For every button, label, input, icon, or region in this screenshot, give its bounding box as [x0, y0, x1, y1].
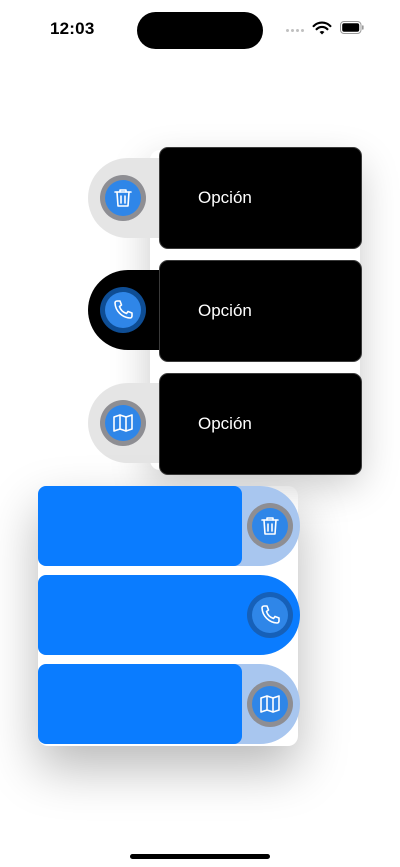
menu-option-label: Opción — [198, 301, 252, 320]
trash-icon-button[interactable] — [247, 503, 293, 549]
phone-icon-button[interactable] — [247, 592, 293, 638]
map-icon-button[interactable] — [247, 681, 293, 727]
battery-icon — [340, 21, 364, 34]
menu-option-card[interactable]: Opción — [159, 147, 362, 249]
map-icon-button[interactable] — [100, 400, 146, 446]
blue-option-card[interactable] — [38, 664, 242, 744]
trash-icon-button[interactable] — [100, 175, 146, 221]
menu-option-card[interactable]: Opción — [159, 373, 362, 475]
cellular-signal-icon — [286, 25, 308, 35]
wifi-icon — [312, 21, 332, 35]
trash-icon — [105, 180, 141, 216]
blue-option-card[interactable] — [38, 486, 242, 566]
menu-option-label: Opción — [198, 188, 252, 207]
map-icon — [105, 405, 141, 441]
dynamic-island — [137, 12, 263, 49]
trash-icon — [252, 508, 288, 544]
status-bar: 12:03 — [0, 0, 400, 60]
menu-option-label: Opción — [198, 414, 252, 433]
phone-icon — [252, 597, 288, 633]
phone-icon — [105, 292, 141, 328]
blue-option-card[interactable] — [38, 575, 242, 655]
status-time: 12:03 — [50, 19, 95, 38]
phone-icon-button[interactable] — [100, 287, 146, 333]
map-icon — [252, 686, 288, 722]
menu-option-card[interactable]: Opción — [159, 260, 362, 362]
home-indicator[interactable] — [130, 854, 270, 859]
